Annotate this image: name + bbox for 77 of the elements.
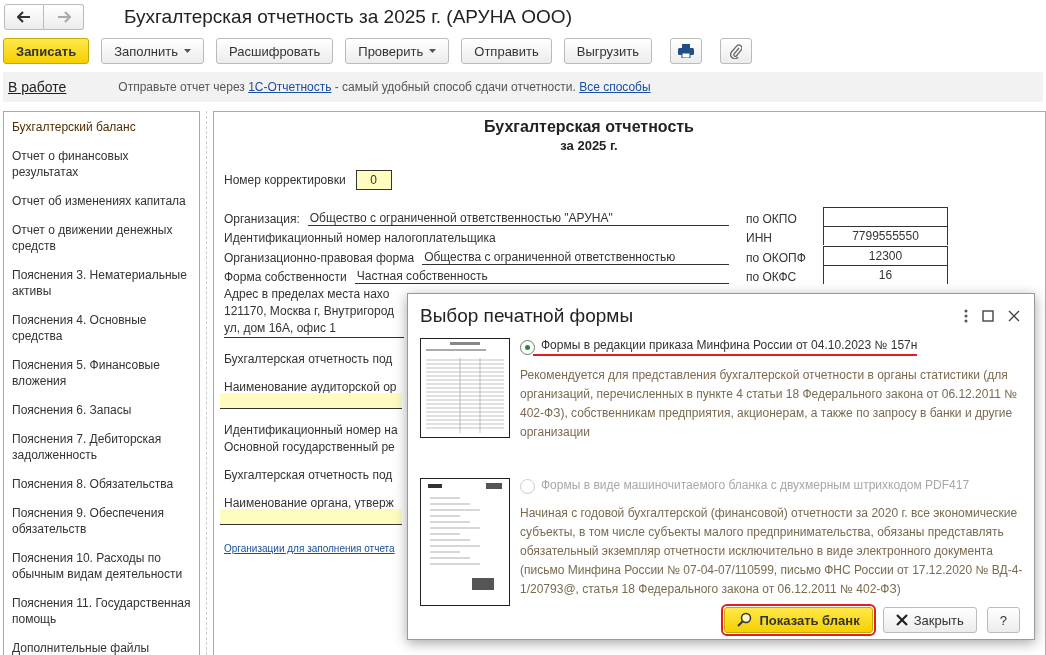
option-description: Рекомендуется для представления бухгалтерской отчетности в органы статистики (для организаций, перечисленных в пункте 4 статьи 18 Федерального закона от 06.12.2011 № 402-ФЗ), собственникам предприятия, акционерам, а также по запросу в банки и другие организации [520,367,1019,441]
dialog-title: Выбор печатной формы [420,305,635,327]
info-link[interactable]: 1С-Отчетность [248,80,332,94]
sidebar-item[interactable]: Пояснения 4. Основные средства [12,312,193,344]
more-menu-icon[interactable] [964,309,968,323]
close-icon[interactable] [1008,310,1020,322]
correction-label: Номер корректировки [224,173,346,187]
field-label: Основной государственный ре [224,440,395,454]
caret-icon [184,49,192,53]
code-label: по ОКОПФ [745,250,807,265]
print-button[interactable] [670,38,703,64]
sidebar-item[interactable]: Пояснения 5. Финансовые вложения [12,357,193,389]
field-label: Бухгалтерская отчетность под [224,468,393,482]
field-label: Наименование органа, утверж [224,496,394,510]
info-link[interactable]: Все способы [579,80,651,94]
document-subtitle: за 2025 г. [559,138,619,153]
field-label: Организация: [224,211,300,226]
close-button[interactable]: Закрыть [882,607,977,633]
toolbar-button[interactable]: Записать [3,38,90,64]
correction-field[interactable]: 0 [355,170,392,190]
field-label: Идентификационный номер налогоплательщика [224,231,496,245]
info-message: Отправьте отчет через 1С-Отчетность - самый удобный способ сдачи отчетности. Все способы [118,80,651,94]
sidebar-item[interactable]: Дополнительные файлы [12,640,193,655]
field-label: Идентификационный номер на [224,423,398,437]
address-line: 121170, Москва г, Внутригород [224,303,395,320]
organizations-link[interactable]: Организации для заполнения отчета [224,543,395,554]
right-arrow-icon [56,11,71,23]
toolbar-button[interactable]: Отправить [461,38,552,64]
back-button[interactable] [4,4,44,30]
code-cell[interactable] [823,206,948,226]
sidebar-item[interactable]: Отчет о движении денежных средств [12,222,193,254]
sidebar-item[interactable]: Пояснения 7. Дебиторская задолженность [12,431,193,463]
left-arrow-icon [17,11,31,23]
sidebar-item[interactable]: Бухгалтерский баланс [12,119,193,135]
x-icon [895,614,908,626]
sidebar-item[interactable]: Отчет о финансовых результатах [12,148,193,180]
maximize-icon[interactable] [982,310,994,322]
status-link[interactable]: В работе [8,79,67,95]
toolbar-button[interactable]: Выгрузить [563,38,653,64]
input-field[interactable] [220,393,402,409]
printer-icon [678,44,695,58]
option-description: Начиная с годовой бухгалтерской (финансовой) отчетности за 2020 г. все экономические субъекты, в том числе субъекты малого предпринимательства, обязаны представлять обязательный экземпляр отчетности исключительно в виде электронного документа (письмо Минфина России № 07-04-07/110599, письмо ФНС России от 17.12.2020 № ВД-4-1/20793@, статья 18 Федерального закона от 06.12.2011 № 402-ФЗ) [520,505,1024,598]
field-value[interactable]: Частная собственность [354,269,729,284]
field-label: Адрес в пределах места нахо [224,286,390,303]
sidebar-item[interactable]: Отчет об изменениях капитала [12,193,193,209]
address-line: ул, дом 16А, офис 1 [224,320,336,337]
attach-button[interactable] [720,38,753,64]
code-cell[interactable]: 16 [823,265,948,284]
magnifier-icon [737,612,754,628]
sidebar-item[interactable]: Пояснения 6. Запасы [12,402,193,418]
caret-icon [429,49,437,53]
toolbar-button[interactable]: Заполнить [101,38,205,64]
code-label: по ОКФС [745,270,798,284]
input-field[interactable] [220,509,402,525]
field-value[interactable]: Общество с ограниченной ответственностью "АРУНА" [307,210,729,226]
sidebar-item[interactable]: Пояснения 10. Расходы по обычным видам деятельности [12,550,193,582]
code-label: ИНН [745,231,773,245]
window-title: Бухгалтерская отчетность за 2025 г. (АРУНА ООО) [124,6,572,28]
field-label: Наименование аудиторской ор [224,380,397,394]
field-label: Бухгалтерская отчетность под [224,352,393,366]
field-label: Организационно-правовая форма [224,250,415,265]
option-radio[interactable]: Формы в редакции приказа Минфина России от 04.10.2023 № 157н [520,338,1030,356]
sidebar-item[interactable]: Пояснения 11. Государственная помощь [12,595,193,627]
toolbar-button[interactable]: Расшифровать [216,38,334,64]
sidebar-item[interactable]: Пояснения 3. Нематериальные активы [12,267,193,299]
document-title: Бухгалтерская отчетность [483,118,695,136]
code-cell[interactable]: 12300 [823,245,948,265]
paperclip-icon [730,43,743,59]
show-form-button[interactable]: Показать бланк [724,607,873,633]
field-value[interactable]: Общества с ограниченной ответственностью [422,249,729,265]
code-label: по ОКПО [745,211,798,226]
field-label: Форма собственности [224,270,347,284]
code-cell[interactable]: 7799555550 [823,226,948,245]
sidebar-item[interactable]: Пояснения 8. Обязательства [12,476,193,492]
help-button[interactable]: ? [986,607,1020,633]
toolbar-button[interactable]: Проверить [345,38,450,64]
sidebar-item[interactable]: Пояснения 9. Обеспечения обязательств [12,505,193,537]
